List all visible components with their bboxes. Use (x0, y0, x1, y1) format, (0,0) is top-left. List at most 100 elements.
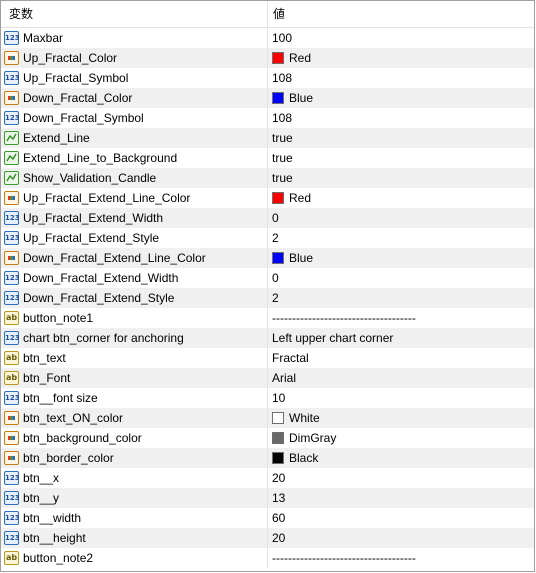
variable-name: btn__x (23, 471, 60, 485)
variable-value-cell[interactable]: 13 (268, 488, 534, 508)
variable-name-cell[interactable]: btn_background_color (1, 428, 268, 448)
color-swatch (272, 452, 284, 464)
variable-name-cell[interactable]: Extend_Line (1, 128, 268, 148)
variable-value-cell[interactable]: 60 (268, 508, 534, 528)
variable-name-cell[interactable]: 123 btn__font size (1, 388, 268, 408)
variable-value-cell[interactable]: ------------------------------------ (268, 548, 534, 568)
variable-name-cell[interactable]: 123 btn__height (1, 528, 268, 548)
variable-name-cell[interactable]: ab button_note2 (1, 548, 268, 568)
variable-value-cell[interactable]: DimGray (268, 428, 534, 448)
variable-value-cell[interactable]: Fractal (268, 348, 534, 368)
variable-value: Fractal (272, 351, 309, 365)
variable-value-cell[interactable]: Arial (268, 368, 534, 388)
variable-value-cell[interactable]: White (268, 408, 534, 428)
integer-type-icon: 123 (4, 471, 20, 485)
table-row[interactable]: Up_Fractal_Extend_Line_Color Red (1, 188, 534, 208)
table-row[interactable]: ab btn_Font Arial (1, 368, 534, 388)
variable-name-cell[interactable]: 123 btn__x (1, 468, 268, 488)
variable-name-cell[interactable]: btn_border_color (1, 448, 268, 468)
variable-name-cell[interactable]: ab btn_Font (1, 368, 268, 388)
variable-name-cell[interactable]: 123 Up_Fractal_Extend_Style (1, 228, 268, 248)
variable-name-cell[interactable]: ab button_note1 (1, 308, 268, 328)
variable-value-cell[interactable]: ------------------------------------ (268, 308, 534, 328)
variable-value: 2 (272, 231, 279, 245)
color-type-icon (4, 51, 19, 65)
table-row[interactable]: 123 Down_Fractal_Extend_Style 2 (1, 288, 534, 308)
table-row[interactable]: Down_Fractal_Extend_Line_Color Blue (1, 248, 534, 268)
table-row[interactable]: 123 btn__width 60 (1, 508, 534, 528)
integer-type-icon-label: 123 (5, 74, 20, 82)
table-row[interactable]: Show_Validation_Candle true (1, 168, 534, 188)
table-row[interactable]: 123 btn__height 20 (1, 528, 534, 548)
table-row[interactable]: Up_Fractal_Color Red (1, 48, 534, 68)
variable-name-cell[interactable]: Up_Fractal_Color (1, 48, 268, 68)
table-row[interactable]: btn_border_color Black (1, 448, 534, 468)
variable-name-cell[interactable]: 123 btn__width (1, 508, 268, 528)
variable-name-cell[interactable]: ab btn_text (1, 348, 268, 368)
variable-value-cell[interactable]: Blue (268, 248, 534, 268)
variable-value-cell[interactable]: 2 (268, 228, 534, 248)
variable-value-cell[interactable]: true (268, 148, 534, 168)
variable-name-cell[interactable]: 123 Down_Fractal_Symbol (1, 108, 268, 128)
variable-value-cell[interactable]: Red (268, 188, 534, 208)
table-row[interactable]: 123 Up_Fractal_Extend_Style 2 (1, 228, 534, 248)
variable-value-cell[interactable]: 20 (268, 528, 534, 548)
variable-value-cell[interactable]: true (268, 168, 534, 188)
table-row[interactable]: 123 btn__x 20 (1, 468, 534, 488)
variable-value-cell[interactable]: Black (268, 448, 534, 468)
table-row[interactable]: 123 Up_Fractal_Symbol 108 (1, 68, 534, 88)
string-type-icon: ab (4, 371, 19, 385)
variable-name-cell[interactable]: Down_Fractal_Color (1, 88, 268, 108)
variable-name-cell[interactable]: Extend_Line_to_Background (1, 148, 268, 168)
table-row[interactable]: 123 btn__font size 10 (1, 388, 534, 408)
variable-name: Extend_Line_to_Background (23, 151, 178, 165)
variable-value-cell[interactable]: 108 (268, 68, 534, 88)
variable-name: btn__font size (23, 391, 98, 405)
integer-type-icon-label: 123 (5, 214, 20, 222)
variable-name-cell[interactable]: 123 Down_Fractal_Extend_Width (1, 268, 268, 288)
variable-name-cell[interactable]: 123 Down_Fractal_Extend_Style (1, 288, 268, 308)
variable-value-cell[interactable]: Red (268, 48, 534, 68)
variable-value-cell[interactable]: true (268, 128, 534, 148)
variable-name: button_note2 (23, 551, 94, 565)
table-row[interactable]: Down_Fractal_Color Blue (1, 88, 534, 108)
table-row[interactable]: btn_text_ON_color White (1, 408, 534, 428)
table-row[interactable]: ab button_note2 --------------------------… (1, 548, 534, 568)
table-row[interactable]: ab button_note1 --------------------------… (1, 308, 534, 328)
variable-value-cell[interactable]: 0 (268, 208, 534, 228)
variable-value-cell[interactable]: Left upper chart corner (268, 328, 534, 348)
variable-name-cell[interactable]: 123 btn__y (1, 488, 268, 508)
variable-name-cell[interactable]: Up_Fractal_Extend_Line_Color (1, 188, 268, 208)
variable-name-cell[interactable]: 123 Up_Fractal_Extend_Width (1, 208, 268, 228)
variable-value-cell[interactable]: 2 (268, 288, 534, 308)
variable-value-cell[interactable]: 20 (268, 468, 534, 488)
variable-value-cell[interactable]: Blue (268, 88, 534, 108)
variable-name-cell[interactable]: 123 chart btn_corner for anchoring (1, 328, 268, 348)
variable-name-cell[interactable]: Down_Fractal_Extend_Line_Color (1, 248, 268, 268)
table-row[interactable]: 123 Up_Fractal_Extend_Width 0 (1, 208, 534, 228)
variable-value-cell[interactable]: 108 (268, 108, 534, 128)
variable-name-cell[interactable]: Show_Validation_Candle (1, 168, 268, 188)
boolean-type-icon (4, 151, 19, 165)
string-type-icon-label: ab (5, 553, 18, 562)
variable-name-cell[interactable]: 123 Maxbar (1, 28, 268, 48)
variable-value-cell[interactable]: 100 (268, 28, 534, 48)
column-header-value[interactable]: 値 (268, 1, 534, 27)
integer-type-icon-label: 123 (5, 534, 20, 542)
integer-type-icon: 123 (4, 391, 20, 405)
variable-name-cell[interactable]: 123 Up_Fractal_Symbol (1, 68, 268, 88)
table-row[interactable]: Extend_Line true (1, 128, 534, 148)
variable-value-cell[interactable]: 10 (268, 388, 534, 408)
variable-value-cell[interactable]: 0 (268, 268, 534, 288)
column-header-variable[interactable]: 変数 (1, 1, 268, 27)
variable-value: true (272, 131, 293, 145)
table-row[interactable]: 123 btn__y 13 (1, 488, 534, 508)
table-row[interactable]: 123 Down_Fractal_Symbol 108 (1, 108, 534, 128)
table-row[interactable]: 123 Maxbar 100 (1, 28, 534, 48)
table-row[interactable]: 123 chart btn_corner for anchoring Left up… (1, 328, 534, 348)
variable-name-cell[interactable]: btn_text_ON_color (1, 408, 268, 428)
table-row[interactable]: 123 Down_Fractal_Extend_Width 0 (1, 268, 534, 288)
table-row[interactable]: btn_background_color DimGray (1, 428, 534, 448)
table-row[interactable]: ab btn_text Fractal (1, 348, 534, 368)
table-row[interactable]: Extend_Line_to_Background true (1, 148, 534, 168)
